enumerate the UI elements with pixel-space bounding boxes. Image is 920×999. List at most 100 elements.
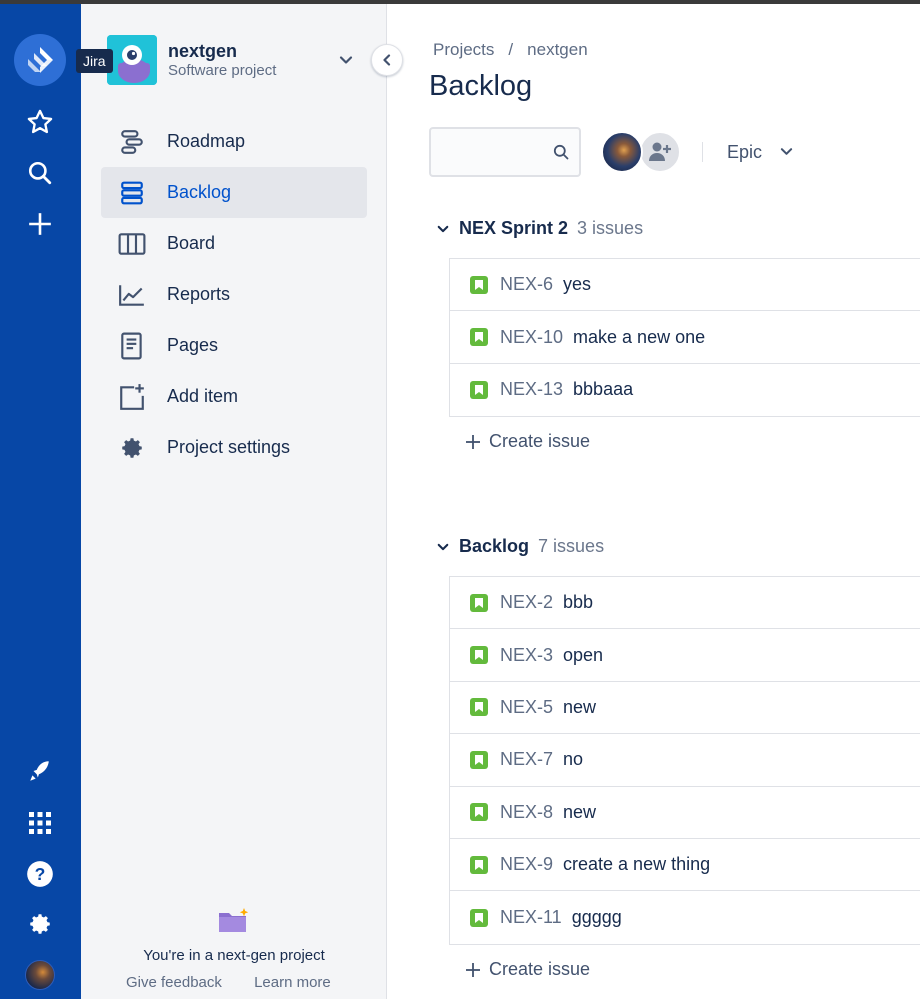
story-icon <box>470 908 488 927</box>
jira-logo-icon[interactable] <box>14 34 66 86</box>
collapse-sidebar-button[interactable] <box>371 44 403 76</box>
sprint-issue-list: NEX-6 yes NEX-10 make a new one NEX-13 b… <box>449 258 920 418</box>
plus-icon <box>465 962 481 978</box>
issue-key[interactable]: NEX-6 <box>500 274 553 295</box>
chevron-down-icon[interactable] <box>336 50 356 70</box>
sprint-name: NEX Sprint 2 <box>459 218 569 238</box>
breadcrumb-projects[interactable]: Projects <box>433 40 494 59</box>
rocket-icon[interactable] <box>14 749 66 793</box>
issue-key[interactable]: NEX-3 <box>500 645 553 666</box>
story-icon <box>470 803 488 822</box>
board-icon <box>101 231 163 257</box>
issue-row[interactable]: NEX-2 bbb <box>450 577 920 630</box>
add-item-icon <box>101 383 163 411</box>
issue-summary: bbbaaa <box>573 379 634 400</box>
breadcrumb-separator: / <box>508 40 514 59</box>
gear-icon <box>101 435 163 461</box>
svg-text:?: ? <box>35 864 46 884</box>
story-icon <box>470 750 488 769</box>
issue-key[interactable]: NEX-11 <box>500 907 562 928</box>
profile-avatar[interactable] <box>25 960 55 990</box>
issue-row[interactable]: NEX-6 yes <box>450 259 920 312</box>
issue-row[interactable]: NEX-5 new <box>450 681 920 735</box>
issue-summary: open <box>563 644 604 665</box>
create-issue-label: Create issue <box>489 431 591 451</box>
sidebar-item-label: Roadmap <box>167 131 246 151</box>
story-icon <box>470 328 488 347</box>
issue-summary: bbb <box>563 592 594 613</box>
issue-row[interactable]: NEX-3 open <box>450 629 920 682</box>
breadcrumb-current[interactable]: nextgen <box>527 40 588 59</box>
search-icon[interactable] <box>14 151 66 195</box>
issue-row[interactable]: NEX-7 no <box>450 734 920 787</box>
issue-row[interactable]: NEX-9 create a new thing <box>450 838 920 892</box>
story-icon <box>470 855 488 874</box>
give-feedback-link[interactable]: Give feedback <box>126 974 222 991</box>
roadmap-icon <box>101 129 163 155</box>
create-issue-button[interactable]: Create issue <box>465 431 590 452</box>
project-name: nextgen <box>168 41 238 61</box>
settings-icon[interactable] <box>14 902 66 946</box>
issue-key[interactable]: NEX-8 <box>500 802 553 823</box>
issue-key[interactable]: NEX-10 <box>500 327 563 348</box>
issue-key[interactable]: NEX-5 <box>500 697 553 718</box>
jira-tooltip: Jira <box>76 49 113 73</box>
sprint-issue-count: 3 issues <box>577 218 644 238</box>
issue-row[interactable]: NEX-11 ggggg <box>450 891 920 944</box>
issue-summary: new <box>563 696 597 717</box>
plus-icon[interactable] <box>14 202 66 246</box>
issue-row[interactable]: NEX-8 new <box>450 786 920 839</box>
toolbar-divider <box>702 142 703 162</box>
star-icon[interactable] <box>14 100 66 144</box>
issue-key[interactable]: NEX-7 <box>500 749 553 770</box>
pages-icon <box>101 332 163 360</box>
plus-icon <box>465 434 481 450</box>
sidebar-item-label: Project settings <box>167 437 291 457</box>
create-issue-label: Create issue <box>489 959 591 979</box>
backlog-name: Backlog <box>459 536 530 556</box>
project-avatar[interactable] <box>107 35 157 85</box>
sidebar-item-label: Board <box>167 233 216 253</box>
search-icon[interactable] <box>553 144 569 165</box>
next-gen-notice: You're in a next-gen project <box>143 947 325 964</box>
add-people-button[interactable] <box>639 131 681 173</box>
issue-row[interactable]: NEX-13 bbbaaa <box>450 363 920 417</box>
search-field <box>429 127 581 177</box>
window-top-border <box>0 0 920 4</box>
issue-key[interactable]: NEX-13 <box>500 379 563 400</box>
collapse-backlog-icon[interactable] <box>437 541 459 553</box>
backlog-header: Backlog 7 issues <box>437 536 604 557</box>
sidebar-item-project-settings[interactable]: Project settings <box>101 422 367 473</box>
story-icon <box>470 380 488 399</box>
issue-key[interactable]: NEX-2 <box>500 592 553 613</box>
project-type: Software project <box>168 62 277 79</box>
issue-summary: create a new thing <box>563 854 711 875</box>
user-avatar[interactable] <box>601 131 643 173</box>
sidebar-item-roadmap[interactable]: Roadmap <box>101 116 367 167</box>
issue-summary: no <box>563 749 584 770</box>
issue-key[interactable]: NEX-9 <box>500 854 553 875</box>
issue-row[interactable]: NEX-10 make a new one <box>450 311 920 364</box>
collapse-sprint-icon[interactable] <box>437 223 459 235</box>
issue-summary: yes <box>563 274 592 295</box>
sprint-header: NEX Sprint 2 3 issues <box>437 218 643 239</box>
chevron-down-icon <box>780 142 793 163</box>
search-input[interactable] <box>439 129 549 173</box>
epic-filter-dropdown[interactable]: Epic <box>727 142 793 163</box>
folder-icon <box>218 907 250 940</box>
learn-more-link[interactable]: Learn more <box>254 974 331 991</box>
sidebar-item-backlog[interactable]: Backlog <box>101 167 367 218</box>
story-icon <box>470 593 488 612</box>
sidebar-item-label: Backlog <box>167 182 232 202</box>
sidebar-item-reports[interactable]: Reports <box>101 269 367 320</box>
sidebar-item-board[interactable]: Board <box>101 218 367 269</box>
create-issue-button[interactable]: Create issue <box>465 959 590 980</box>
sidebar-item-pages[interactable]: Pages <box>101 320 367 371</box>
help-icon[interactable]: ? <box>14 852 66 896</box>
backlog-icon <box>101 180 163 206</box>
reports-icon <box>101 282 163 308</box>
app-switcher-icon[interactable] <box>14 801 66 845</box>
global-nav: ? <box>0 0 81 999</box>
breadcrumb: Projects / nextgen <box>433 40 588 60</box>
sidebar-item-add-item[interactable]: Add item <box>101 371 367 422</box>
